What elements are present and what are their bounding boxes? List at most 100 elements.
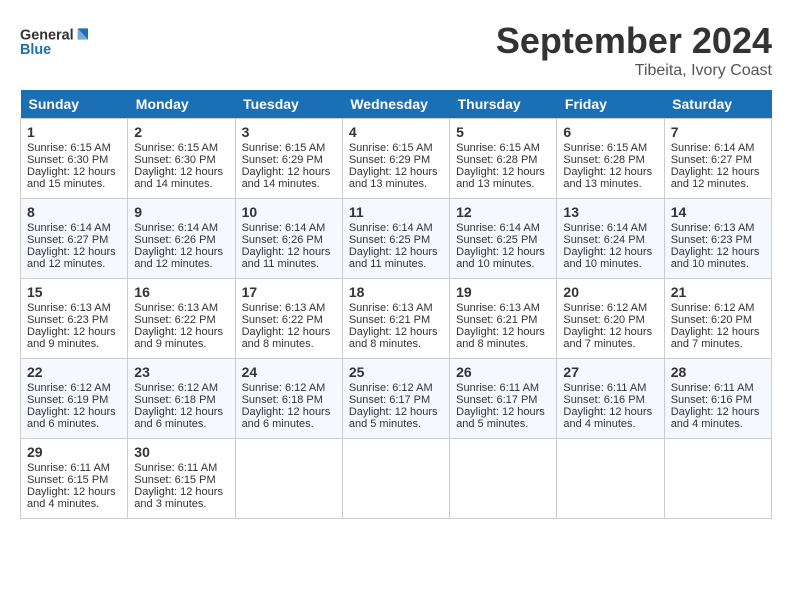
day-info-line: Sunrise: 6:13 AM — [671, 222, 765, 234]
day-info-line: and 9 minutes. — [134, 338, 228, 350]
calendar-cell: 18 Sunrise: 6:13 AMSunset: 6:21 PMDayligh… — [342, 279, 449, 359]
calendar-cell: 9Sunrise: 6:14 AMSunset: 6:26 PMDaylight… — [128, 199, 235, 279]
day-info-line: Daylight: 12 hours — [563, 326, 657, 338]
calendar-cell: 8 Sunrise: 6:14 AMSunset: 6:27 PMDaylight… — [21, 199, 128, 279]
day-info-line: Sunset: 6:29 PM — [349, 154, 443, 166]
location: Tibeita, Ivory Coast — [496, 62, 772, 80]
day-info-line: Sunset: 6:27 PM — [27, 234, 121, 246]
calendar-cell: 17Sunrise: 6:13 AMSunset: 6:22 PMDayligh… — [235, 279, 342, 359]
day-number: 6 — [563, 124, 657, 140]
day-info-line: Sunset: 6:21 PM — [349, 314, 443, 326]
day-info-line: Sunset: 6:30 PM — [134, 154, 228, 166]
day-info-line: Daylight: 12 hours — [349, 326, 443, 338]
day-info-line: Daylight: 12 hours — [242, 326, 336, 338]
day-number: 4 — [349, 124, 443, 140]
day-info-line: Sunset: 6:19 PM — [27, 394, 121, 406]
day-info-line: Sunrise: 6:13 AM — [134, 302, 228, 314]
day-info-line: Sunset: 6:25 PM — [456, 234, 550, 246]
day-info-line: Daylight: 12 hours — [27, 246, 121, 258]
calendar-body: 1Sunrise: 6:15 AMSunset: 6:30 PMDaylight… — [21, 119, 772, 519]
day-info-line: Sunrise: 6:12 AM — [27, 382, 121, 394]
day-info-line: and 6 minutes. — [134, 418, 228, 430]
calendar-cell: 3Sunrise: 6:15 AMSunset: 6:29 PMDaylight… — [235, 119, 342, 199]
svg-text:General: General — [20, 28, 74, 44]
day-info-line: and 7 minutes. — [671, 338, 765, 350]
header-day: Monday — [128, 90, 235, 119]
calendar-cell: 5 Sunrise: 6:15 AMSunset: 6:28 PMDaylight… — [450, 119, 557, 199]
day-info-line: Sunrise: 6:14 AM — [242, 222, 336, 234]
day-number: 13 — [563, 204, 657, 220]
calendar-cell: 7Sunrise: 6:14 AMSunset: 6:27 PMDaylight… — [664, 119, 771, 199]
header-day: Friday — [557, 90, 664, 119]
calendar-cell: 10Sunrise: 6:14 AMSunset: 6:26 PMDayligh… — [235, 199, 342, 279]
header-day: Tuesday — [235, 90, 342, 119]
day-info-line: Sunrise: 6:14 AM — [456, 222, 550, 234]
day-number: 10 — [242, 204, 336, 220]
day-number: 14 — [671, 204, 765, 220]
day-info-line: Sunset: 6:29 PM — [242, 154, 336, 166]
day-info-line: and 8 minutes. — [242, 338, 336, 350]
day-info-line: Sunrise: 6:13 AM — [349, 302, 443, 314]
day-info-line: Sunset: 6:15 PM — [134, 474, 228, 486]
day-info-line: and 9 minutes. — [27, 338, 121, 350]
day-info-line: and 4 minutes. — [27, 498, 121, 510]
calendar-cell: 21Sunrise: 6:12 AMSunset: 6:20 PMDayligh… — [664, 279, 771, 359]
logo: General Blue — [20, 20, 100, 60]
day-info-line: Daylight: 12 hours — [563, 246, 657, 258]
day-info-line: Sunset: 6:25 PM — [349, 234, 443, 246]
day-info-line: and 5 minutes. — [349, 418, 443, 430]
calendar-week-row: 15Sunrise: 6:13 AMSunset: 6:23 PMDayligh… — [21, 279, 772, 359]
day-info-line: Sunrise: 6:15 AM — [456, 142, 550, 154]
calendar-cell — [342, 439, 449, 519]
calendar-cell — [557, 439, 664, 519]
day-number: 27 — [563, 364, 657, 380]
day-info-line: Sunrise: 6:13 AM — [456, 302, 550, 314]
day-info-line: Daylight: 12 hours — [456, 326, 550, 338]
day-info-line: and 10 minutes. — [456, 258, 550, 270]
day-info-line: and 4 minutes. — [671, 418, 765, 430]
day-info-line: Sunrise: 6:13 AM — [27, 302, 121, 314]
calendar-cell: 14Sunrise: 6:13 AMSunset: 6:23 PMDayligh… — [664, 199, 771, 279]
day-info-line: Sunrise: 6:15 AM — [134, 142, 228, 154]
day-info-line: Daylight: 12 hours — [349, 406, 443, 418]
day-info-line: and 13 minutes. — [349, 178, 443, 190]
day-info-line: Daylight: 12 hours — [671, 246, 765, 258]
day-number: 21 — [671, 284, 765, 300]
calendar-cell: 28Sunrise: 6:11 AMSunset: 6:16 PMDayligh… — [664, 359, 771, 439]
day-info-line: Daylight: 12 hours — [27, 166, 121, 178]
day-number: 11 — [349, 204, 443, 220]
calendar-cell: 22Sunrise: 6:12 AMSunset: 6:19 PMDayligh… — [21, 359, 128, 439]
day-info-line: Sunrise: 6:14 AM — [27, 222, 121, 234]
day-info-line: Daylight: 12 hours — [134, 166, 228, 178]
day-info-line: Sunrise: 6:12 AM — [563, 302, 657, 314]
day-number: 5 — [456, 124, 550, 140]
header-row: SundayMondayTuesdayWednesdayThursdayFrid… — [21, 90, 772, 119]
day-info-line: and 12 minutes. — [671, 178, 765, 190]
calendar-week-row: 22Sunrise: 6:12 AMSunset: 6:19 PMDayligh… — [21, 359, 772, 439]
page-header: General Blue September 2024 Tibeita, Ivo… — [20, 20, 772, 80]
day-number: 8 — [27, 204, 121, 220]
calendar-cell: 12Sunrise: 6:14 AMSunset: 6:25 PMDayligh… — [450, 199, 557, 279]
day-number: 18 — [349, 284, 443, 300]
day-number: 29 — [27, 444, 121, 460]
calendar-cell: 11Sunrise: 6:14 AMSunset: 6:25 PMDayligh… — [342, 199, 449, 279]
day-info-line: and 4 minutes. — [563, 418, 657, 430]
day-info-line: Sunrise: 6:11 AM — [27, 462, 121, 474]
day-info-line: Sunset: 6:23 PM — [27, 314, 121, 326]
day-info-line: Daylight: 12 hours — [456, 166, 550, 178]
day-info-line: Sunrise: 6:12 AM — [671, 302, 765, 314]
calendar-week-row: 1Sunrise: 6:15 AMSunset: 6:30 PMDaylight… — [21, 119, 772, 199]
day-info-line: Daylight: 12 hours — [349, 246, 443, 258]
day-info-line: Sunset: 6:21 PM — [456, 314, 550, 326]
day-number: 23 — [134, 364, 228, 380]
calendar-cell: 15Sunrise: 6:13 AMSunset: 6:23 PMDayligh… — [21, 279, 128, 359]
calendar-cell: 13Sunrise: 6:14 AMSunset: 6:24 PMDayligh… — [557, 199, 664, 279]
day-info-line: and 14 minutes. — [134, 178, 228, 190]
day-info-line: Sunset: 6:27 PM — [671, 154, 765, 166]
day-info-line: and 15 minutes. — [27, 178, 121, 190]
month-title: September 2024 — [496, 20, 772, 62]
day-info-line: Sunset: 6:28 PM — [456, 154, 550, 166]
day-info-line: Sunset: 6:20 PM — [671, 314, 765, 326]
day-info-line: Sunrise: 6:14 AM — [671, 142, 765, 154]
day-info-line: and 14 minutes. — [242, 178, 336, 190]
